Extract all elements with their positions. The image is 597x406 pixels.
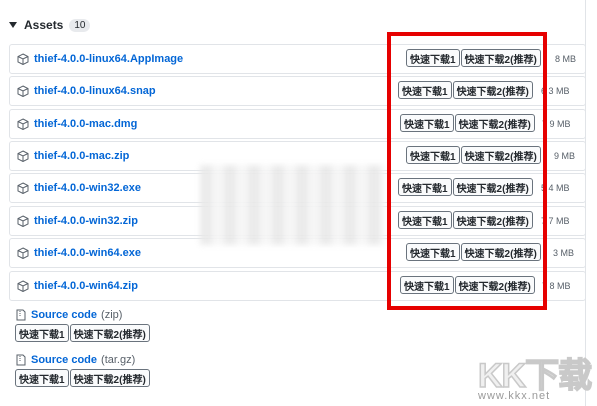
package-icon xyxy=(17,118,29,130)
package-icon xyxy=(17,85,29,97)
asset-size: 9 MB xyxy=(554,151,576,161)
asset-link[interactable]: thief-4.0.0-linux64.AppImage xyxy=(34,53,183,65)
asset-link[interactable]: thief-4.0.0-win64.zip xyxy=(34,280,138,292)
fast-download-2-button[interactable]: 快速下载2(推荐) xyxy=(69,324,150,342)
asset-size: 3 MB xyxy=(553,248,575,258)
fast-download-2-button[interactable]: 快速下载2(推荐) xyxy=(69,369,150,387)
highlight-box xyxy=(387,32,547,310)
asset-link[interactable]: thief-4.0.0-linux64.snap xyxy=(34,85,156,97)
source-code-link[interactable]: Source code xyxy=(31,354,97,366)
assets-header[interactable]: Assets 10 xyxy=(9,16,91,34)
assets-count-badge: 10 xyxy=(69,18,91,32)
source-code-ext: (zip) xyxy=(101,309,123,321)
source-code-zip: Source code (zip) 快速下载1 快速下载2(推荐) xyxy=(9,308,586,342)
package-icon xyxy=(17,280,29,292)
package-icon xyxy=(17,53,29,65)
site-logo: KK下载 www.kkx.net xyxy=(477,348,593,406)
package-icon xyxy=(17,150,29,162)
asset-size: 8 MB xyxy=(555,54,577,64)
fast-download-1-button[interactable]: 快速下载1 xyxy=(15,324,69,342)
asset-link[interactable]: thief-4.0.0-win32.exe xyxy=(34,182,141,194)
asset-link[interactable]: thief-4.0.0-mac.dmg xyxy=(34,118,137,130)
blurred-watermark xyxy=(200,165,385,245)
file-zip-icon xyxy=(16,309,26,321)
assets-title: Assets xyxy=(24,18,64,32)
package-icon xyxy=(17,182,29,194)
source-code-link[interactable]: Source code xyxy=(31,309,97,321)
package-icon xyxy=(17,247,29,259)
logo-url: www.kkx.net xyxy=(478,390,551,402)
asset-link[interactable]: thief-4.0.0-win32.zip xyxy=(34,215,138,227)
caret-down-icon[interactable] xyxy=(9,22,17,28)
asset-link[interactable]: thief-4.0.0-mac.zip xyxy=(34,150,129,162)
fast-download-1-button[interactable]: 快速下载1 xyxy=(15,369,69,387)
package-icon xyxy=(17,215,29,227)
asset-link[interactable]: thief-4.0.0-win64.exe xyxy=(34,247,141,259)
download-buttons: 快速下载1 快速下载2(推荐) xyxy=(15,324,586,342)
source-code-ext: (tar.gz) xyxy=(101,354,136,366)
file-zip-icon xyxy=(16,354,26,366)
